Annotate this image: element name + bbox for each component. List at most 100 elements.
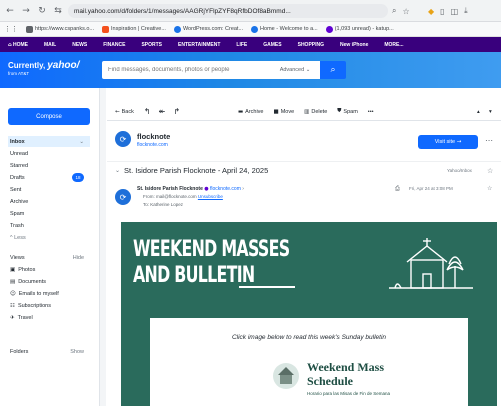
sender-header: ⟳ flocknote flocknote.com Visit site → ⋯ [107,124,501,154]
folders-show-link[interactable]: Show [70,349,84,355]
folder-tag: Yahoo/Inbox [447,168,472,173]
unsubscribe-link[interactable]: Unsubscribe [198,194,223,199]
reload-icon[interactable]: ↻ [36,5,48,17]
message-toolbar: ← Back ↰ ↞ ↱ ▬ Archive ■ Move ▥ Delete ⛊ Spam… [107,103,501,121]
bookmark-favicon-icon [325,25,333,33]
trash-icon: ▥ [304,108,310,115]
collapse-chevron-icon[interactable]: ⌄ [115,167,120,174]
delete-button[interactable]: ▥ Delete [304,109,327,115]
nav-shopping[interactable]: SHOPPING [298,42,324,48]
nav-mail[interactable]: MAIL [44,42,56,48]
star-icon[interactable]: ☆ [402,7,409,16]
banner-underline [239,286,295,288]
reply-icon[interactable]: ↰ [144,107,151,116]
nav-finance[interactable]: FINANCE [103,42,125,48]
sender-site[interactable]: flocknote.com [137,142,168,148]
chevron-down-icon[interactable]: ⌄ [79,139,84,145]
bookmark-favicon-icon [102,25,109,33]
nav-games[interactable]: GAMES [263,42,281,48]
download-icon[interactable]: ⤓ [464,6,468,16]
bookmark-item[interactable]: WordPress.com: Creat... [173,25,243,33]
subject-title: St. Isidore Parish Flocknote - April 24,… [124,166,269,175]
bookmark-favicon-icon [251,25,259,33]
split-view-icon[interactable]: ◫ [451,7,459,16]
back-arrow-icon: ← [115,108,120,115]
star-icon[interactable]: ☆ [487,167,493,175]
from-name[interactable]: St. Isidore Parish Flocknote [137,186,203,192]
drafts-count-badge: 18 [72,173,84,182]
sender-name[interactable]: flocknote [137,132,170,141]
folder-drafts[interactable]: Drafts 18 [8,172,90,183]
address-bar[interactable]: mail.yahoo.com/d/folders/1/messages/AAGR… [68,4,388,18]
folder-inbox[interactable]: Inbox ⌄ [8,136,90,147]
airplane-icon: ✈ [10,314,15,321]
nav-home[interactable]: ⌂ HOME [8,42,28,48]
folder-spam[interactable]: Spam [8,208,90,219]
sidebar-panel-icon[interactable]: ▯ [440,7,444,16]
advanced-search-button[interactable]: Advanced ⌄ [270,61,320,79]
bookmark-favicon-icon [26,25,33,33]
bulletin-card[interactable]: Click image below to read this week's Su… [150,318,468,406]
folder-icon: ■ [273,108,279,115]
folders-header: Folders Show [10,348,84,355]
chevron-down-icon: ⌄ [305,67,311,73]
more-actions-button[interactable]: ••• [368,109,374,115]
reply-all-icon[interactable]: ↞ [159,107,166,116]
archive-button[interactable]: ▬ Archive [238,109,264,115]
bookmark-item[interactable]: Home - Welcome to a... [251,25,318,33]
folder-archive[interactable]: Archive [8,196,90,207]
move-button[interactable]: ■ Move [274,109,295,115]
banner-title: WEEKEND MASSES AND BULLETIN [133,237,290,288]
star-icon[interactable]: ☆ [487,185,492,192]
spam-button[interactable]: ⛊ Spam [337,108,358,115]
search-icon: ⌕ [330,65,336,75]
nav-life[interactable]: LIFE [236,42,247,48]
yahoo-logo[interactable]: Currently, yahoo/ from AT&T [8,61,79,78]
views-header: Views Hide [10,254,84,261]
nav-news[interactable]: NEWS [72,42,87,48]
search-icon[interactable]: ⌕ [392,6,396,16]
bookmark-item[interactable]: (1,093 unread) - katup... [325,25,394,33]
visit-site-button[interactable]: Visit site → [418,135,478,149]
back-button[interactable]: ← Back [115,109,134,115]
apps-grid-icon[interactable]: ⋮⋮ [4,25,18,33]
folder-unread[interactable]: Unread [8,148,90,159]
browser-toolbar: ← → ↻ ⇆ mail.yahoo.com/d/folders/1/messa… [0,0,501,22]
more-options-icon[interactable]: ⋯ [485,136,493,145]
message-date: Fri, Apr 24 at 3:08 PM [409,186,453,191]
next-message-icon[interactable]: ▾ [489,109,492,115]
view-travel[interactable]: ✈ Travel [8,312,90,323]
prev-message-icon[interactable]: ▴ [477,109,480,115]
forward-arrow-icon[interactable]: → [20,5,32,17]
nav-more[interactable]: MORE... [384,42,403,48]
nav-sports[interactable]: SPORTS [141,42,162,48]
compose-button[interactable]: Compose [8,108,90,125]
view-documents[interactable]: ▤ Documents [8,276,90,287]
view-subscriptions[interactable]: ☷ Subscriptions [8,300,90,311]
shield-icon: ⛊ [337,108,342,114]
bulletin-caption: Click image below to read this week's Su… [231,334,387,341]
site-settings-icon[interactable]: ⇆ [52,5,64,17]
from-address[interactable]: flocknote.com [210,186,241,192]
views-hide-link[interactable]: Hide [73,255,84,261]
search-button[interactable]: ⌕ [320,61,346,79]
folder-sent[interactable]: Sent [8,184,90,195]
forward-icon[interactable]: ↱ [173,107,180,116]
folder-starred[interactable]: Starred [8,160,90,171]
subscriptions-icon: ☷ [10,302,15,309]
bookmark-favicon-icon [173,25,181,33]
print-icon[interactable]: ⎙ [395,185,400,193]
nav-new-iphone[interactable]: New iPhone [340,42,368,48]
back-arrow-icon[interactable]: ← [4,5,16,17]
nav-entertainment[interactable]: ENTERTAINMENT [178,42,220,48]
view-photos[interactable]: ▣ Photos [8,264,90,275]
view-emails-to-myself[interactable]: ☺ Emails to myself [8,288,90,299]
photos-icon: ▣ [10,266,16,273]
extension-icon[interactable]: ◆ [428,7,434,16]
less-toggle[interactable]: ^ Less [8,232,90,243]
bookmark-item[interactable]: https://www.cspanks.o... [26,25,94,33]
sidebar-scrollbar[interactable] [100,88,106,406]
bookmark-item[interactable]: Inspiration | Creative... [102,25,166,33]
folder-trash[interactable]: Trash [8,220,90,231]
newsletter-banner[interactable]: WEEKEND MASSES AND BULLETIN Click image … [121,222,497,406]
